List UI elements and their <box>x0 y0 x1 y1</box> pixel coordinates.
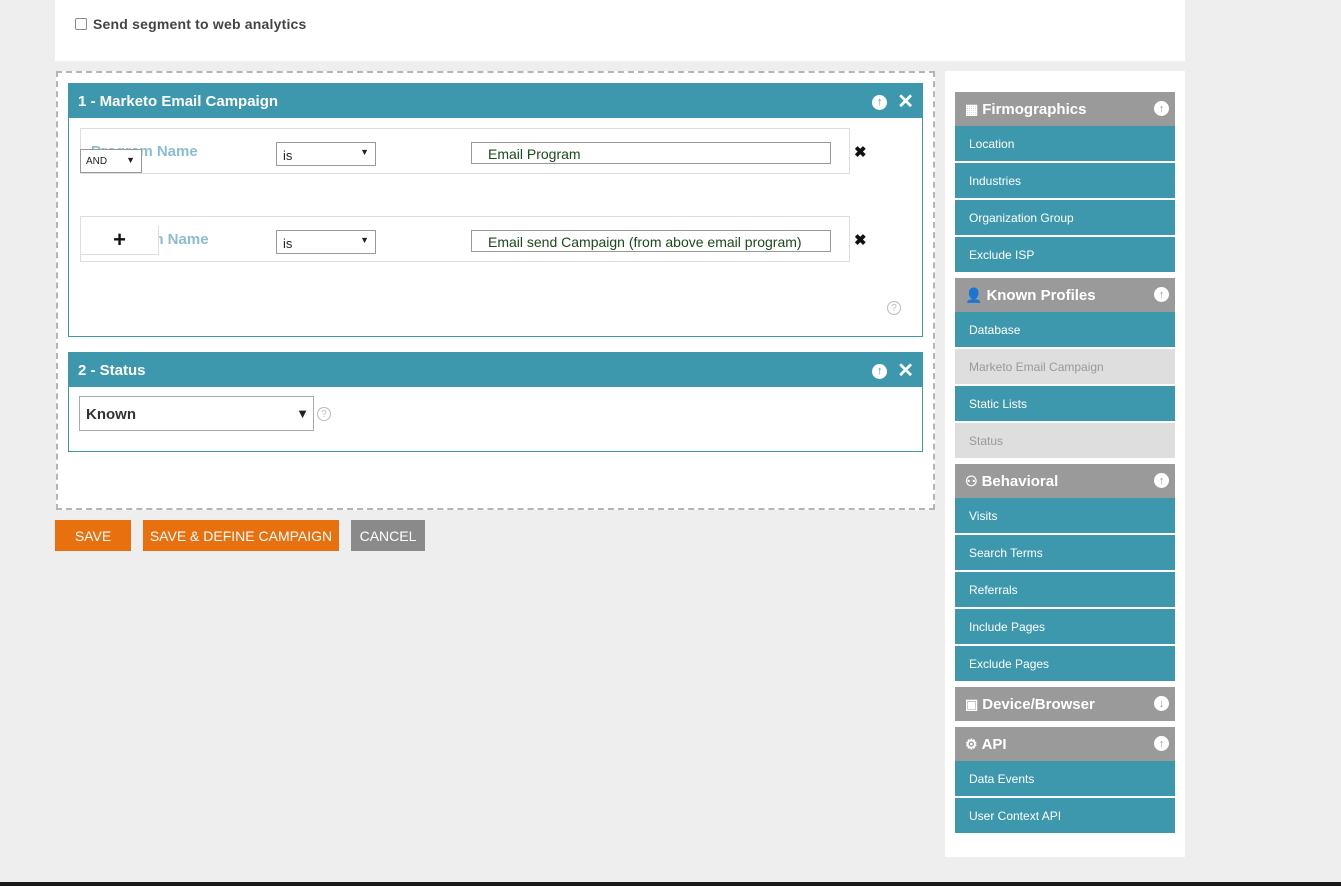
sidebar-item-data-events[interactable]: Data Events <box>955 761 1175 796</box>
sidebar-item-visits[interactable]: Visits <box>955 498 1175 533</box>
sidebar-item-exclude-isp[interactable]: Exclude ISP <box>955 237 1175 272</box>
filter-sidebar: ▦ Firmographics ↑ Location Industries Or… <box>945 71 1185 857</box>
bottom-bar <box>0 882 1341 886</box>
cancel-button[interactable]: CANCEL <box>351 520 425 551</box>
help-icon[interactable]: ? <box>887 301 901 315</box>
save-button[interactable]: SAVE <box>55 520 131 551</box>
operator-select[interactable]: is ▼ <box>276 142 376 166</box>
sidebar-item-user-context-api[interactable]: User Context API <box>955 798 1175 833</box>
sidebar-item-search-terms[interactable]: Search Terms <box>955 535 1175 570</box>
add-condition-button[interactable]: + <box>80 226 159 255</box>
sidebar-header-device-browser[interactable]: ▣ Device/Browser ↓ <box>955 687 1175 721</box>
operator-select[interactable]: is ▼ <box>276 230 376 254</box>
close-icon[interactable]: ✕ <box>897 361 914 381</box>
sidebar-item-include-pages[interactable]: Include Pages <box>955 609 1175 644</box>
sidebar-item-referrals[interactable]: Referrals <box>955 572 1175 607</box>
sidebar-item-database[interactable]: Database <box>955 312 1175 347</box>
remove-row-icon[interactable]: ✖ <box>854 143 867 161</box>
browser-icon: ▣ <box>965 695 979 712</box>
sidebar-item-status: Status <box>955 423 1175 458</box>
help-icon[interactable]: ? <box>317 407 331 421</box>
filter-row-campaign-name: Campaign Name is▼ Email send Campaign (f… <box>80 216 850 262</box>
status-select[interactable]: Known ▼ <box>79 396 314 431</box>
value-input[interactable]: Email send Campaign (from above email pr… <box>471 230 831 252</box>
arrow-up-icon[interactable]: ↑ <box>1154 736 1169 751</box>
arrow-up-icon[interactable]: ↑ <box>872 363 888 379</box>
arrow-up-icon[interactable]: ↑ <box>872 94 888 110</box>
block-title: 2 - Status <box>78 361 146 379</box>
arrow-up-icon[interactable]: ↑ <box>1154 287 1169 302</box>
arrow-down-icon[interactable]: ↓ <box>1154 696 1169 711</box>
sidebar-header-known-profiles[interactable]: 👤 Known Profiles ↑ <box>955 278 1175 312</box>
sidebar-item-industries[interactable]: Industries <box>955 163 1175 198</box>
block-header: 1 - Marketo Email Campaign ↑ ✕ <box>69 84 922 118</box>
sidebar-item-location[interactable]: Location <box>955 126 1175 161</box>
block-header: 2 - Status ↑ ✕ <box>69 353 922 387</box>
save-define-campaign-button[interactable]: SAVE & DEFINE CAMPAIGN <box>143 520 339 551</box>
sidebar-item-marketo-email-campaign: Marketo Email Campaign <box>955 349 1175 384</box>
sidebar-header-firmographics[interactable]: ▦ Firmographics ↑ <box>955 92 1175 126</box>
send-segment-checkbox[interactable] <box>75 18 87 30</box>
send-segment-label: Send segment to web analytics <box>93 16 307 32</box>
filter-block-status: 2 - Status ↑ ✕ Known ▼ ? <box>68 352 923 452</box>
dropdown-arrow-icon: ▼ <box>360 147 369 157</box>
arrow-up-icon[interactable]: ↑ <box>1154 473 1169 488</box>
arrow-up-icon[interactable]: ↑ <box>1154 101 1169 116</box>
block-title: 1 - Marketo Email Campaign <box>78 92 279 110</box>
filter-block-marketo-email-campaign: 1 - Marketo Email Campaign ↑ ✕ Program N… <box>68 83 923 337</box>
sidebar-header-api[interactable]: ⚙ API ↑ <box>955 727 1175 761</box>
filter-row-program-name: Program Name is ▼ Email Program <box>80 128 850 174</box>
gears-icon: ⚙ <box>965 735 978 752</box>
remove-row-icon[interactable]: ✖ <box>854 231 867 249</box>
conjunction-select[interactable]: AND ▼ <box>80 149 142 173</box>
sidebar-item-static-lists[interactable]: Static Lists <box>955 386 1175 421</box>
sidebar-item-organization-group[interactable]: Organization Group <box>955 200 1175 235</box>
dropdown-arrow-icon: ▼ <box>360 235 369 245</box>
send-segment-row[interactable]: Send segment to web analytics <box>75 16 307 32</box>
sidebar-header-behavioral[interactable]: ⚇ Behavioral ↑ <box>955 464 1175 498</box>
behavior-icon: ⚇ <box>965 472 978 489</box>
value-input[interactable]: Email Program <box>471 142 831 164</box>
user-icon: 👤 <box>965 286 983 303</box>
building-icon: ▦ <box>965 100 979 117</box>
dropdown-arrow-icon: ▼ <box>296 406 309 421</box>
close-icon[interactable]: ✕ <box>897 92 914 112</box>
dropdown-arrow-icon: ▼ <box>126 155 135 165</box>
sidebar-item-exclude-pages[interactable]: Exclude Pages <box>955 646 1175 681</box>
top-panel: Send segment to web analytics <box>55 0 1185 61</box>
